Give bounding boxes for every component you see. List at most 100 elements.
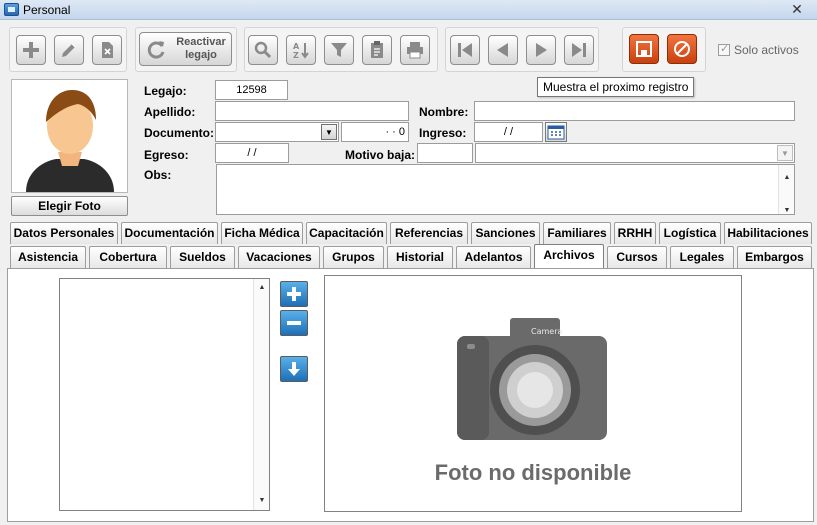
file-list-scrollbar[interactable]: ▲ ▼ — [253, 279, 269, 510]
egreso-label: Egreso: — [144, 148, 189, 162]
tab-documentacion[interactable]: Documentación — [121, 222, 218, 244]
employee-photo — [11, 79, 128, 193]
next-record-icon — [536, 43, 547, 57]
next-record-button[interactable] — [526, 35, 556, 65]
tab-archivos[interactable]: Archivos — [534, 244, 604, 268]
reactivate-icon — [147, 41, 165, 59]
clipboard-button[interactable] — [362, 35, 392, 65]
first-record-icon — [458, 43, 472, 57]
search-button[interactable] — [248, 35, 278, 65]
no-photo-text: Foto no disponible — [434, 460, 632, 485]
documento-number-field[interactable]: · · 0 — [341, 122, 409, 142]
obs-textarea[interactable]: ▲ ▼ — [216, 164, 795, 215]
camera-icon: Camera — [457, 318, 607, 440]
tab-asistencia[interactable]: Asistencia — [10, 246, 86, 268]
edit-button[interactable] — [54, 35, 84, 65]
clipboard-icon — [371, 41, 383, 58]
tab-grupos[interactable]: Grupos — [323, 246, 384, 268]
delete-button[interactable] — [92, 35, 122, 65]
obs-scrollbar[interactable]: ▲ ▼ — [778, 165, 794, 214]
first-record-button[interactable] — [450, 35, 480, 65]
add-button[interactable] — [16, 35, 46, 65]
tab-vacaciones[interactable]: Vacaciones — [238, 246, 320, 268]
reactivar-line2: legajo — [185, 49, 217, 61]
filter-icon — [331, 43, 347, 57]
save-icon — [636, 41, 652, 57]
sort-button[interactable]: AZ — [286, 35, 316, 65]
cancel-button[interactable] — [667, 34, 697, 64]
legajo-label: Legajo: — [144, 84, 187, 98]
reactivar-legajo-label: Reactivar legajo — [172, 36, 230, 62]
motivo-baja-select[interactable]: ▼ — [475, 143, 795, 163]
remove-file-button[interactable] — [280, 310, 308, 336]
tab-rrhh[interactable]: RRHH — [614, 222, 656, 244]
add-file-button[interactable] — [280, 281, 308, 307]
tab-capacitacion[interactable]: Capacitación — [306, 222, 387, 244]
search-icon — [254, 41, 272, 59]
archivos-file-list[interactable]: ▲ ▼ — [59, 278, 270, 511]
egreso-date-field[interactable]: / / — [215, 143, 289, 163]
tab-logistica[interactable]: Logística — [659, 222, 721, 244]
person-avatar-icon — [26, 90, 114, 192]
tab-ficha-medica[interactable]: Ficha Médica — [221, 222, 303, 244]
reactivar-line1: Reactivar — [176, 36, 226, 48]
tab-sanciones[interactable]: Sanciones — [471, 222, 540, 244]
tab-historial[interactable]: Historial — [387, 246, 453, 268]
tab-sueldos[interactable]: Sueldos — [170, 246, 235, 268]
solo-activos-checkbox[interactable] — [718, 42, 730, 56]
tab-habilitaciones[interactable]: Habilitaciones — [724, 222, 812, 244]
motivo-baja-code-field[interactable] — [417, 143, 473, 163]
tab-familiares[interactable]: Familiares — [543, 222, 611, 244]
download-file-button[interactable] — [280, 356, 308, 382]
last-record-button[interactable] — [564, 35, 594, 65]
previous-record-button[interactable] — [488, 35, 518, 65]
add-icon — [23, 42, 39, 58]
elegir-foto-button[interactable]: Elegir Foto — [11, 196, 128, 216]
photo-viewer: Camera Foto no disponible — [324, 275, 742, 512]
documento-label: Documento: — [144, 126, 214, 140]
tab-cursos[interactable]: Cursos — [607, 246, 667, 268]
print-icon — [407, 42, 423, 59]
apellido-label: Apellido: — [144, 105, 196, 119]
sort-az-icon: AZ — [293, 42, 309, 60]
minus-icon — [287, 321, 301, 325]
documento-type-select[interactable]: ▼ — [215, 122, 339, 142]
tab-datos-personales[interactable]: Datos Personales — [10, 222, 118, 244]
ingreso-date-field[interactable]: / / — [474, 122, 543, 142]
apellido-field[interactable] — [215, 101, 409, 121]
nombre-field[interactable] — [474, 101, 795, 121]
tab-adelantos[interactable]: Adelantos — [456, 246, 531, 268]
last-record-icon — [572, 43, 586, 57]
obs-label: Obs: — [144, 168, 172, 182]
next-record-tooltip: Muestra el proximo registro — [537, 77, 695, 97]
ingreso-calendar-button[interactable] — [545, 122, 567, 142]
tab-legales[interactable]: Legales — [670, 246, 734, 268]
svg-text:A: A — [293, 42, 300, 51]
nombre-label: Nombre: — [419, 105, 469, 119]
reactivar-legajo-button[interactable]: Reactivar legajo — [139, 32, 232, 66]
scroll-up-icon[interactable]: ▲ — [779, 169, 795, 187]
arrow-down-icon — [288, 362, 300, 376]
filter-button[interactable] — [324, 35, 354, 65]
tab-embargos[interactable]: Embargos — [737, 246, 812, 268]
save-button[interactable] — [629, 34, 659, 64]
ingreso-label: Ingreso: — [419, 126, 467, 140]
scroll-up-icon[interactable]: ▲ — [254, 284, 270, 291]
close-button[interactable]: ✕ — [778, 1, 816, 18]
cancel-icon — [674, 41, 690, 57]
solo-activos-label: Solo activos — [734, 43, 799, 57]
previous-record-icon — [497, 43, 508, 57]
plus-icon — [287, 287, 301, 301]
tab-referencias[interactable]: Referencias — [390, 222, 468, 244]
print-button[interactable] — [400, 35, 430, 65]
camera-brand: Camera — [531, 327, 562, 336]
chevron-down-icon[interactable]: ▼ — [321, 124, 337, 140]
edit-icon — [62, 43, 76, 57]
svg-text:Z: Z — [293, 51, 299, 60]
chevron-down-icon[interactable]: ▼ — [777, 145, 793, 161]
legajo-field[interactable]: 12598 — [215, 80, 288, 100]
app-window-icon — [4, 3, 19, 16]
tab-cobertura[interactable]: Cobertura — [89, 246, 167, 268]
scroll-down-icon[interactable]: ▼ — [779, 202, 795, 220]
scroll-down-icon[interactable]: ▼ — [254, 497, 270, 504]
